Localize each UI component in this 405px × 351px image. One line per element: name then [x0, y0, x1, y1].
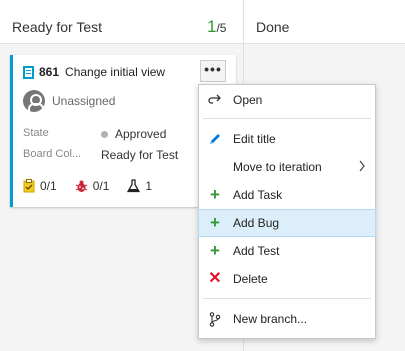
plus-icon: +	[210, 241, 220, 260]
menu-label-edit-title: Edit title	[233, 132, 276, 146]
menu-separator	[203, 298, 371, 299]
bug-icon	[75, 180, 87, 192]
bug-count[interactable]: 0/1	[75, 179, 110, 193]
test-count-value: 1	[145, 179, 153, 193]
state-dot-icon	[101, 130, 108, 138]
menu-item-open[interactable]: Open	[199, 87, 375, 113]
menu-label-open: Open	[233, 93, 263, 107]
menu-item-add-bug[interactable]: + Add Bug	[198, 209, 376, 237]
task-count-value: 0/1	[40, 179, 57, 193]
open-arrow-icon	[207, 92, 223, 108]
menu-item-delete[interactable]: ✕ Delete	[199, 266, 375, 292]
work-item-title[interactable]: Change initial view	[65, 65, 165, 79]
card-context-menu: Open Edit title Move to iteration + Add …	[198, 84, 376, 339]
assignee-name: Unassigned	[52, 94, 116, 108]
menu-item-edit-title[interactable]: Edit title	[199, 126, 375, 152]
pencil-icon	[207, 131, 223, 147]
assignee[interactable]: Unassigned	[23, 90, 115, 112]
state-field[interactable]: Approved	[101, 127, 166, 141]
task-count[interactable]: 0/1	[23, 179, 57, 193]
column-title-ready-for-test: Ready for Test	[12, 19, 103, 35]
avatar	[23, 90, 45, 112]
delete-x-icon: ✕	[208, 270, 222, 287]
flask-icon	[127, 179, 141, 193]
state-value: Approved	[115, 127, 167, 141]
menu-label-add-task: Add Task	[233, 188, 283, 202]
test-count[interactable]: 1	[127, 179, 152, 193]
work-item-id: 861	[39, 65, 60, 79]
menu-label-add-test: Add Test	[233, 244, 280, 258]
menu-item-add-test[interactable]: + Add Test	[199, 238, 375, 264]
menu-item-move-to-iteration[interactable]: Move to iteration	[199, 154, 375, 180]
bug-count-value: 0/1	[92, 179, 110, 193]
card-title-row: 861 Change initial view	[23, 64, 165, 80]
column-title-done: Done	[256, 19, 290, 35]
menu-label-new-branch: New branch...	[233, 312, 308, 326]
clipboard-icon	[23, 179, 35, 193]
menu-label-delete: Delete	[233, 272, 268, 286]
child-items-summary: 0/1 0/1 1	[23, 178, 170, 194]
menu-label-move-to-iteration: Move to iteration	[233, 160, 322, 174]
wip-limit: 1/5	[207, 17, 226, 37]
wip-max: /5	[216, 21, 227, 35]
chevron-right-icon	[358, 160, 366, 175]
board-column-value[interactable]: Ready for Test	[101, 148, 178, 162]
more-actions-button[interactable]: •••	[200, 60, 226, 82]
menu-item-add-task[interactable]: + Add Task	[199, 182, 375, 208]
plus-icon: +	[210, 213, 220, 232]
plus-icon: +	[210, 185, 220, 204]
board-header: Ready for Test 1/5 Done	[0, 0, 405, 44]
user-story-icon	[23, 65, 34, 79]
state-label: State	[23, 127, 49, 139]
menu-separator	[203, 118, 371, 119]
branch-icon	[207, 311, 223, 327]
board-column-label: Board Col...	[23, 148, 82, 160]
menu-label-add-bug: Add Bug	[233, 216, 280, 230]
menu-item-new-branch[interactable]: New branch...	[199, 306, 375, 332]
